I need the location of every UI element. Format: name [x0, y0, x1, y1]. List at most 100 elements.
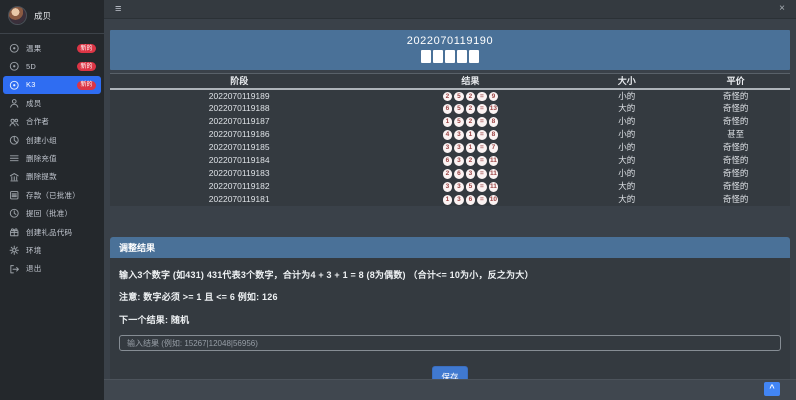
dice-icon: [9, 43, 21, 54]
cell-size: 大的: [618, 155, 636, 165]
result-ball: 3: [442, 182, 453, 192]
cell-period: 2022070119186: [208, 129, 270, 139]
result-ball: 3: [454, 130, 464, 140]
sidebar-item-label: 温果: [26, 43, 42, 53]
cell-result: 3 3 1 = 7: [368, 141, 572, 154]
cell-period: 2022070119182: [208, 181, 270, 191]
result-ball: =: [477, 156, 487, 166]
result-ball: 6: [442, 104, 453, 114]
cell-parity: 奇怪的: [722, 194, 749, 204]
sidebar-item-label: 删除提款: [26, 172, 57, 182]
cell-result: 6 5 2 = 13: [368, 102, 572, 115]
result-ball: 6: [454, 169, 464, 179]
sidebar-item[interactable]: 合作者: [3, 113, 101, 131]
sidebar-item[interactable]: 温果 新的: [3, 39, 101, 57]
results-table: 阶段 结果 大小 平价 2022070119189 2 5 2 = 9 小的 奇怪的 2…: [110, 73, 790, 206]
col-period: 阶段: [110, 73, 369, 90]
cell-result: 4 3 1 = 8: [368, 128, 572, 141]
cell-size: 大的: [618, 194, 636, 204]
sidebar-item-label: 环境: [26, 245, 42, 255]
cell-period: 2022070119185: [208, 142, 270, 152]
sidebar-item[interactable]: 成员: [3, 94, 101, 112]
sidebar: 成贝 温果 新的 5D 新的 K3 新的 成员 合作者 创建小组 删除充值 删除…: [0, 0, 104, 400]
footer: [104, 379, 796, 400]
instruction-line-2: 注意: 数字必须 >= 1 且 <= 6 例如: 126: [119, 292, 278, 302]
close-icon[interactable]: ×: [779, 4, 785, 14]
cell-result: 6 3 2 = 11: [368, 154, 572, 167]
result-ball: 3: [442, 143, 453, 153]
cell-period: 2022070119183: [208, 168, 270, 178]
scroll-to-top-button[interactable]: ^: [764, 382, 780, 396]
result-input[interactable]: [119, 335, 781, 351]
result-ball: =: [477, 104, 487, 114]
new-badge: 新的: [76, 62, 96, 72]
countdown-digit: [445, 50, 455, 63]
panel-body: 输入3个数字 (如431) 431代表3个数字，合计为4 + 3 + 1 = 8…: [110, 257, 790, 399]
result-ball: 10: [488, 195, 499, 205]
period-banner: 2022070119190: [110, 30, 790, 70]
cell-parity: 奇怪的: [722, 116, 749, 126]
result-ball: 13: [488, 104, 499, 114]
cell-parity: 奇怪的: [722, 181, 749, 191]
result-ball: 1: [442, 195, 453, 205]
cell-size: 小的: [618, 129, 636, 139]
users-icon: [9, 116, 21, 127]
result-ball: 2: [442, 169, 453, 179]
result-ball: 5: [454, 91, 464, 102]
sidebar-item[interactable]: 创建小组: [3, 131, 101, 149]
table-row: 2022070119185 3 3 1 = 7 小的 奇怪的: [110, 141, 790, 154]
result-ball: 8: [488, 130, 499, 140]
sidebar-item[interactable]: 创建礼品代码: [3, 223, 101, 241]
cell-size: 小的: [618, 90, 636, 101]
cell-parity: 奇怪的: [722, 168, 749, 178]
result-ball: 9: [488, 91, 499, 102]
cell-size: 小的: [618, 116, 636, 126]
result-ball: 2: [465, 117, 476, 127]
cell-size: 大的: [618, 181, 636, 191]
dice-icon: [9, 79, 21, 90]
table-row: 2022070119189 2 5 2 = 9 小的 奇怪的: [110, 89, 790, 102]
cell-parity: 奇怪的: [722, 90, 749, 101]
hamburger-icon[interactable]: ≡: [115, 3, 121, 15]
result-ball: =: [477, 117, 487, 127]
result-ball: 5: [465, 182, 476, 192]
result-ball: 7: [488, 143, 499, 153]
cell-parity: 甚至: [727, 129, 745, 139]
col-parity: 平价: [681, 73, 790, 90]
sidebar-item-label: 创建礼品代码: [26, 227, 73, 237]
panel-title: 调整结果: [110, 236, 790, 258]
cell-size: 大的: [618, 103, 636, 113]
sidebar-item[interactable]: 提回（批准）: [3, 205, 101, 223]
cell-parity: 奇怪的: [722, 103, 749, 113]
sidebar-item[interactable]: 5D 新的: [3, 57, 101, 75]
app-window: 成贝 温果 新的 5D 新的 K3 新的 成员 合作者 创建小组 删除充值 删除…: [0, 0, 796, 400]
sidebar-item[interactable]: K3 新的: [3, 75, 101, 95]
gear-icon: [9, 245, 21, 256]
result-ball: 1: [442, 117, 453, 127]
result-ball: =: [477, 143, 487, 153]
result-ball: 2: [442, 91, 453, 102]
sidebar-item[interactable]: 存款（已批准）: [3, 186, 101, 204]
dice-icon: [9, 61, 21, 72]
main-area: ≡ × 2022070119190 阶段 结果 大小 平价 2022070119…: [104, 0, 796, 400]
result-ball: 5: [454, 117, 464, 127]
sidebar-item[interactable]: 环境: [3, 241, 101, 259]
instruction-line-1: 输入3个数字 (如431) 431代表3个数字，合计为4 + 3 + 1 = 8…: [119, 269, 534, 280]
result-ball: =: [477, 130, 487, 140]
result-ball: 3: [454, 195, 464, 205]
sidebar-item-label: 存款（已批准）: [26, 190, 80, 200]
next-result-line: 下一个结果: 随机: [119, 314, 190, 325]
sidebar-item-label: 提回（批准）: [26, 209, 73, 219]
sidebar-item[interactable]: 删除充值: [3, 149, 101, 167]
sidebar-item[interactable]: 退出: [3, 260, 101, 278]
user-panel[interactable]: 成贝: [0, 0, 104, 34]
gift-icon: [9, 227, 21, 238]
sidebar-item[interactable]: 删除提款: [3, 168, 101, 186]
col-size: 大小: [572, 73, 682, 90]
cell-result: 1 3 6 = 10: [368, 193, 572, 206]
countdown-digit: [421, 50, 431, 63]
result-ball: 11: [488, 169, 499, 179]
result-ball: 4: [442, 130, 453, 140]
sidebar-item-label: 删除充值: [26, 154, 57, 164]
table-row: 2022070119182 3 3 5 = 11 大的 奇怪的: [110, 180, 790, 193]
